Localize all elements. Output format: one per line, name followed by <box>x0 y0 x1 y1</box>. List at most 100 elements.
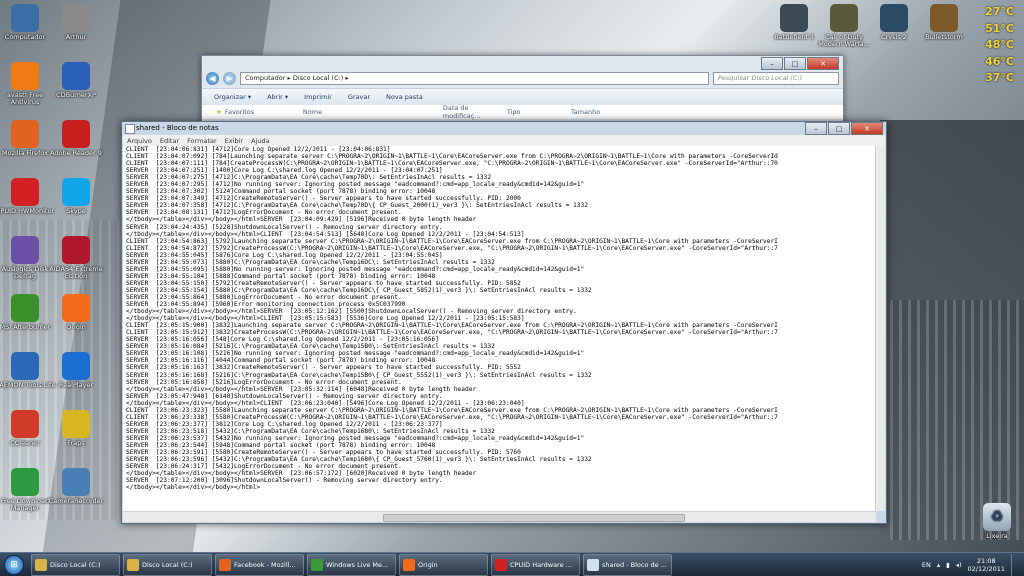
breadcrumb-separator-icon: ▸ <box>285 74 293 82</box>
menu-format[interactable]: Formatar <box>187 137 217 145</box>
explorer-minimize-button[interactable]: – <box>761 57 783 70</box>
network-icon[interactable]: ▮ <box>946 561 950 569</box>
menu-view[interactable]: Exibir <box>225 137 243 145</box>
notepad-caption-buttons: – □ ✕ <box>805 122 883 135</box>
fdm-icon <box>11 468 39 496</box>
folder-icon <box>35 558 47 571</box>
taskbar-tasks: Disco Local (C:) Disco Local (C:) Facebook… <box>28 553 672 576</box>
desktop-shortcut[interactable]: AIDA64 Extreme Edition <box>45 236 107 280</box>
desktop-shortcut[interactable]: CDBurnerXP <box>45 62 107 99</box>
temp-reading-5: 37°C <box>985 71 1014 84</box>
notepad-icon <box>587 558 599 571</box>
taskbar-button[interactable]: Windows Live Me... <box>307 553 396 576</box>
explorer-close-button[interactable]: ✕ <box>807 57 839 70</box>
desktop-shortcut-label: Origin <box>66 323 86 331</box>
notepad-close-button[interactable]: ✕ <box>851 122 883 135</box>
temperature-gadget: 27°C 51°C 48°C 46°C 37°C <box>985 4 1014 87</box>
log-line: SERVER [23:06:23:537] [5432]No running s… <box>126 434 585 442</box>
horizontal-scrollbar[interactable] <box>123 511 876 522</box>
log-line: SERVER [23:06:23:518] [5432]C:\ProgramDa… <box>126 427 495 435</box>
cdburner-icon <box>62 62 90 90</box>
desktop-shortcut-label: Computador <box>4 33 46 41</box>
address-folder[interactable]: Disco Local (C:) <box>293 74 344 82</box>
horizontal-scroll-thumb[interactable] <box>383 514 685 522</box>
back-arrow-icon[interactable]: ◀ <box>206 71 219 85</box>
open-button[interactable]: Abrir ▾ <box>267 93 288 101</box>
menu-edit[interactable]: Editar <box>160 137 179 145</box>
taskbar-button-label: Disco Local (C:) <box>50 560 101 569</box>
start-button[interactable]: ⊞ <box>0 554 28 576</box>
taskbar-button-label: Origin <box>418 560 438 569</box>
log-line: SERVER [23:04:07:349] [4712]CreateRemote… <box>126 195 521 203</box>
desktop-shortcut[interactable]: Origin <box>45 294 107 331</box>
volume-icon[interactable]: ◂) <box>956 561 962 569</box>
clock[interactable]: 21:08 02/12/2011 <box>968 557 1005 573</box>
forward-arrow-icon[interactable]: ▶ <box>223 71 236 85</box>
log-line: CLIENT [23:06:23:338] [5580]CreateProces… <box>126 413 778 421</box>
log-line: SERVER [23:05:47:940] [6140]ShutdownLoca… <box>126 392 443 400</box>
desktop-shortcut[interactable]: Skype <box>45 178 107 215</box>
desktop-shortcut[interactable]: Fraps <box>45 410 107 447</box>
menu-file[interactable]: Arquivo <box>127 137 152 145</box>
desktop-shortcut[interactable]: CameraRecorder <box>45 468 107 505</box>
taskbar-button[interactable]: shared - Bloco de ... <box>583 553 672 576</box>
favorites-star-icon: ★ <box>216 108 222 116</box>
desktop-shortcut-label: CDBurnerXP <box>56 91 96 99</box>
desktop-shortcut-label: avast! Free Antivirus <box>6 91 44 106</box>
menu-help[interactable]: Ajuda <box>251 137 269 145</box>
taskbar-button[interactable]: CPUID Hardware ... <box>491 553 580 576</box>
vertical-scrollbar[interactable] <box>875 146 885 511</box>
taskbar-button[interactable]: Disco Local (C:) <box>123 553 212 576</box>
desktop-shortcut[interactable]: RealPlayer <box>45 352 107 389</box>
cpuid-icon <box>11 178 39 206</box>
notepad-icon <box>125 124 135 134</box>
taskbar-button[interactable]: Disco Local (C:) <box>31 553 120 576</box>
log-line: </tbody></table></div></body></html>SERV… <box>126 308 577 316</box>
cpuid-icon <box>495 558 507 571</box>
explorer-maximize-button[interactable]: □ <box>784 57 806 70</box>
notepad-minimize-button[interactable]: – <box>805 122 827 135</box>
recycle-bin[interactable]: ♻ Lixeira <box>966 503 1024 540</box>
language-indicator[interactable]: EN <box>922 561 931 569</box>
notepad-window[interactable]: shared - Bloco de notas – □ ✕ Arquivo Ed… <box>121 121 887 524</box>
new-folder-button[interactable]: Nova pasta <box>386 93 423 101</box>
log-line: SERVER [23:05:16:163] [3832]CreateRemote… <box>126 364 521 372</box>
desktop-shortcut[interactable]: Bulletstorm <box>913 4 975 41</box>
address-bar[interactable]: Computador ▸ Disco Local (C:) ▸ <box>240 71 709 85</box>
log-line: </tbody></table></div></body></html>SERV… <box>126 216 477 224</box>
skype-icon <box>62 178 90 206</box>
computer-icon <box>11 4 39 32</box>
column-date[interactable]: Data de modificaç... <box>443 104 507 120</box>
aida64-icon <box>62 236 90 264</box>
organize-button[interactable]: Organizar ▾ <box>214 93 251 101</box>
column-name[interactable]: Nome <box>303 108 443 116</box>
explorer-column-headers: ★ Favoritos Nome Data de modificaç... Ti… <box>202 104 843 120</box>
notepad-maximize-button[interactable]: □ <box>828 122 850 135</box>
log-line: SERVER [23:07:12:200] [3096]ShutdownLoca… <box>126 477 443 485</box>
column-size[interactable]: Tamanho <box>571 108 600 116</box>
taskbar-button[interactable]: Origin <box>399 553 488 576</box>
log-line: SERVER [23:05:16:108] [5216]No running s… <box>126 350 585 358</box>
desktop-shortcut[interactable]: Adobe Reader 9 <box>45 120 107 157</box>
desktop-shortcut[interactable]: Arthur <box>45 4 107 41</box>
taskbar-button-label: Facebook - Mozill... <box>234 560 296 569</box>
favorites-label[interactable]: Favoritos <box>225 108 303 116</box>
realplayer-icon <box>62 352 90 380</box>
origin-icon <box>62 294 90 322</box>
address-root[interactable]: Computador <box>245 74 285 82</box>
notepad-text-area[interactable]: CLIENT [23:04:06:831] [4712]Core Log Ope… <box>123 146 876 511</box>
explorer-search-input[interactable]: Pesquisar Disco Local (C:) <box>713 71 839 85</box>
log-line: SERVER [23:04:07:295] [4712]No running s… <box>126 181 585 189</box>
origin-icon <box>403 558 415 571</box>
desktop-shortcut-label: CameraRecorder <box>48 497 104 505</box>
tray-arrow-icon[interactable]: ▴ <box>937 561 940 569</box>
burn-button[interactable]: Gravar <box>348 93 370 101</box>
column-type[interactable]: Tipo <box>507 108 571 116</box>
desktop-shortcut-label: Crysis 2 <box>881 33 907 41</box>
search-placeholder: Pesquisar Disco Local (C:) <box>718 74 803 82</box>
firefox-icon <box>219 558 231 571</box>
print-button[interactable]: Imprimir <box>304 93 332 101</box>
log-line: SERVER [23:04:55:894] [5960]Error monito… <box>126 301 406 309</box>
show-desktop-button[interactable] <box>1011 553 1020 576</box>
taskbar-button[interactable]: Facebook - Mozill... <box>215 553 304 576</box>
